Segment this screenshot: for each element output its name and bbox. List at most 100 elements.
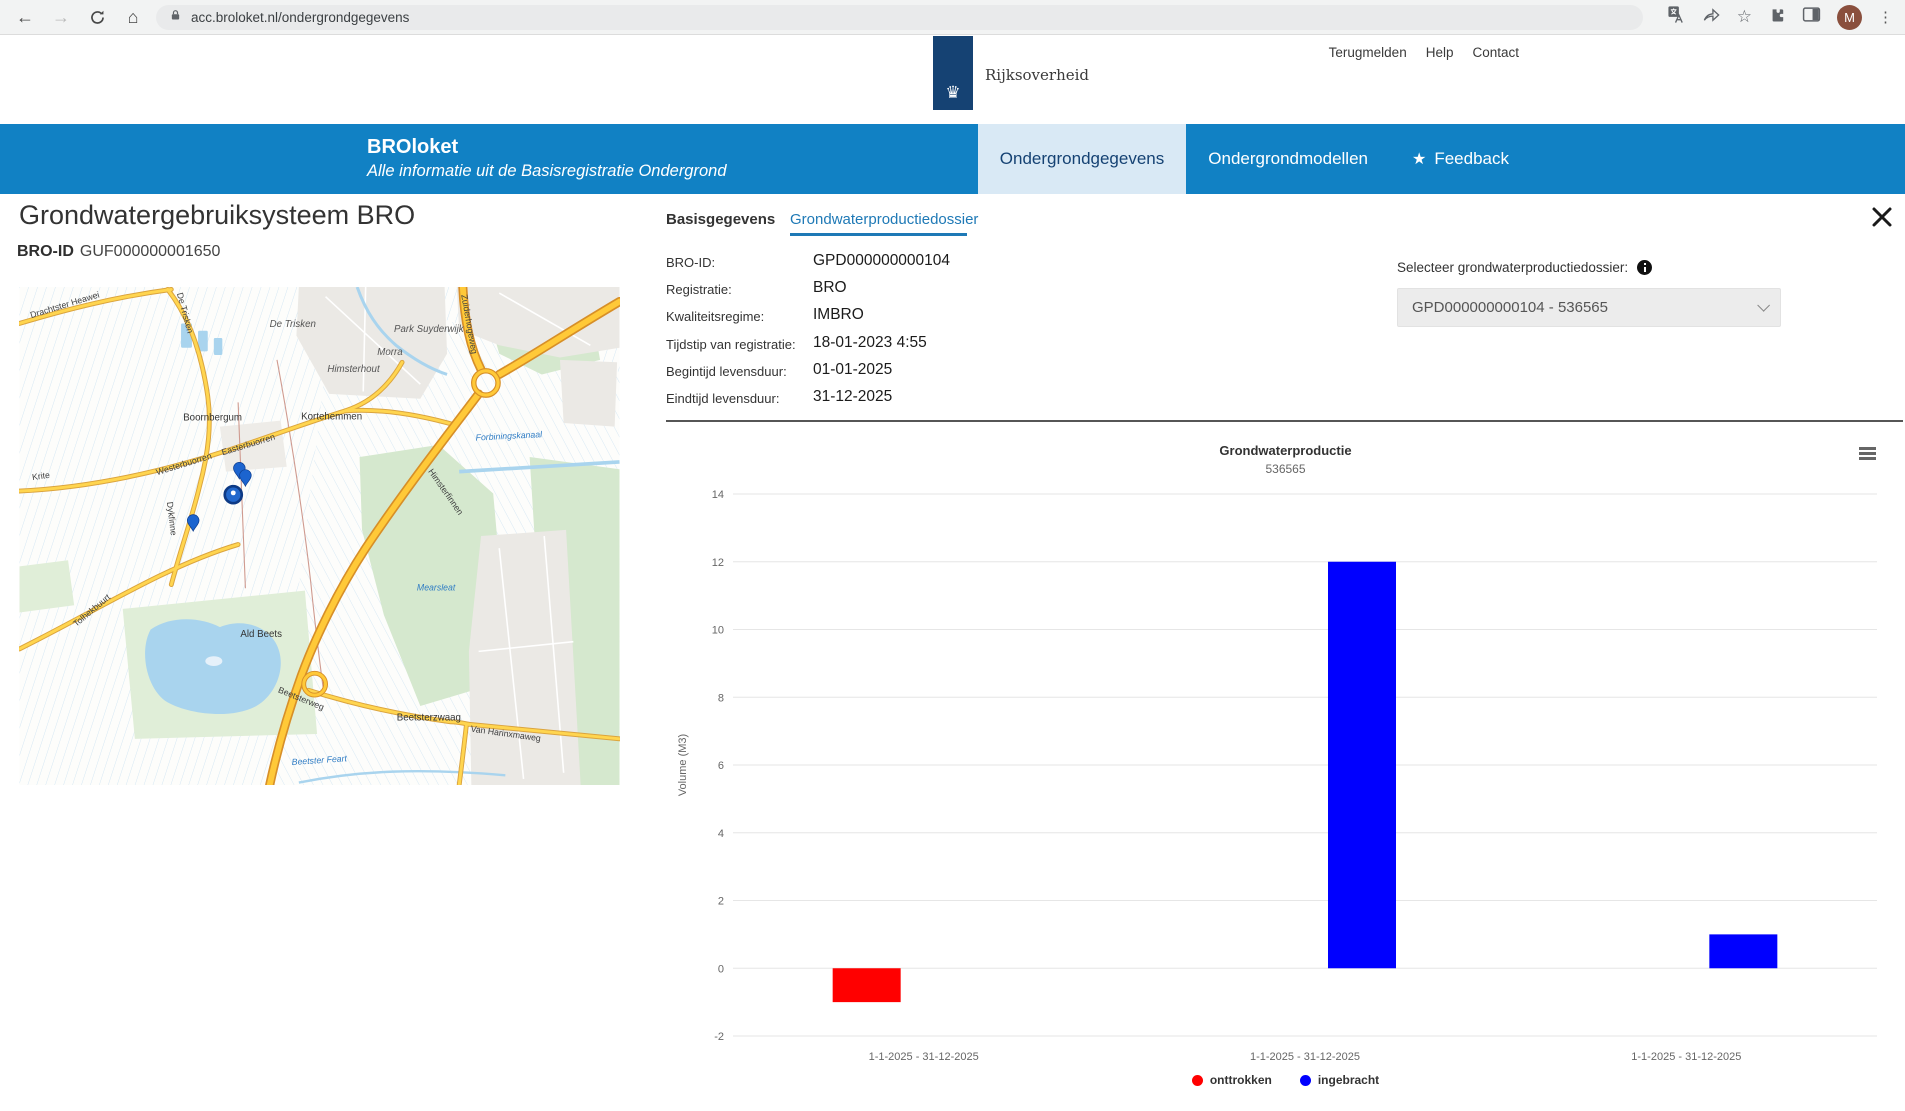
bro-id-label: BRO-ID bbox=[17, 243, 74, 260]
field-label: BRO-ID: bbox=[666, 252, 813, 279]
map-label-place: Kortehemmen bbox=[301, 411, 362, 422]
panel-divider bbox=[666, 420, 1903, 422]
field-value: GPD000000000104 bbox=[813, 252, 950, 279]
header-links: Terugmelden Help Contact bbox=[1329, 45, 1519, 60]
rijksoverheid-logo-text: Rijksoverheid bbox=[985, 66, 1089, 84]
map-label-water: Mearsleat bbox=[417, 583, 456, 593]
map-label-place: Ald Beets bbox=[240, 629, 282, 640]
dossier-select[interactable]: GPD000000000104 - 536565 bbox=[1397, 288, 1781, 327]
tab-grondwaterproductiedossier[interactable]: Grondwaterproductiedossier bbox=[790, 211, 978, 228]
rijksoverheid-emblem-icon: ♛ bbox=[945, 84, 960, 101]
nav-tabs: Ondergrondgegevens Ondergrondmodellen ★ … bbox=[978, 124, 1531, 194]
legend-item-onttrokken[interactable]: onttrokken bbox=[1192, 1073, 1272, 1087]
map-label-place: De Trisken bbox=[270, 319, 316, 330]
link-help[interactable]: Help bbox=[1426, 45, 1454, 60]
legend-marker-onttrokken bbox=[1192, 1075, 1203, 1086]
translate-icon[interactable] bbox=[1667, 5, 1686, 29]
tab-basisgegevens[interactable]: Basisgegevens bbox=[666, 211, 775, 228]
y-tick-label: 14 bbox=[712, 489, 724, 501]
map-label-place: Park Suyderwijk bbox=[394, 324, 465, 335]
y-tick-label: 4 bbox=[718, 828, 724, 840]
tab-ondergrondmodellen[interactable]: Ondergrondmodellen bbox=[1186, 124, 1390, 194]
field-label: Kwaliteitsregime: bbox=[666, 306, 813, 333]
share-icon[interactable] bbox=[1702, 5, 1721, 29]
map-cluster-dot bbox=[231, 490, 236, 495]
site-header: ♛ Rijksoverheid Terugmelden Help Contact bbox=[0, 36, 1905, 124]
field-row: Eindtijd levensduur: 31-12-2025 bbox=[666, 388, 950, 415]
brand-name: BROloket bbox=[367, 136, 727, 159]
tab-feedback[interactable]: ★ Feedback bbox=[1390, 124, 1531, 194]
brand-tagline: Alle informatie uit de Basisregistratie … bbox=[367, 162, 727, 181]
x-category-label: 1-1-2025 - 31-12-2025 bbox=[869, 1051, 979, 1063]
legend-label: onttrokken bbox=[1210, 1073, 1272, 1087]
extensions-icon[interactable] bbox=[1768, 6, 1786, 29]
main-navbar: BROloket Alle informatie uit de Basisreg… bbox=[0, 124, 1905, 194]
rijksoverheid-logo-flag: ♛ bbox=[933, 36, 973, 110]
bar-ingebracht-1[interactable] bbox=[1328, 562, 1396, 969]
y-axis-title: Volume (M3) bbox=[677, 734, 689, 796]
map-label-place: Boornbergum bbox=[183, 413, 242, 424]
info-icon[interactable] bbox=[1637, 260, 1652, 275]
field-label: Begintijd levensduur: bbox=[666, 361, 813, 388]
tab-label: Ondergrondgegevens bbox=[1000, 149, 1164, 169]
field-row: Registratie: BRO bbox=[666, 279, 950, 306]
bro-id-line: BRO-IDGUF000000001650 bbox=[17, 243, 220, 261]
link-contact[interactable]: Contact bbox=[1472, 45, 1519, 60]
profile-avatar[interactable]: M bbox=[1837, 5, 1862, 30]
close-icon bbox=[1868, 203, 1896, 231]
x-category-label: 1-1-2025 - 31-12-2025 bbox=[1250, 1051, 1360, 1063]
back-icon[interactable]: ← bbox=[12, 4, 38, 30]
bar-onttrokken-0[interactable] bbox=[833, 968, 901, 1002]
y-tick-label: 8 bbox=[718, 692, 724, 704]
y-tick-label: 0 bbox=[718, 963, 724, 975]
link-terugmelden[interactable]: Terugmelden bbox=[1329, 45, 1407, 60]
close-panel-button[interactable] bbox=[1868, 203, 1896, 231]
bar-ingebracht-2[interactable] bbox=[1709, 934, 1777, 968]
forward-icon[interactable]: → bbox=[48, 4, 74, 30]
production-chart: Grondwaterproductie 536565 -202468101214… bbox=[666, 425, 1905, 1111]
field-row: BRO-ID: GPD000000000104 bbox=[666, 252, 950, 279]
tab-label: Feedback bbox=[1434, 149, 1509, 169]
star-icon: ★ bbox=[1412, 149, 1426, 169]
y-tick-label: -2 bbox=[714, 1031, 724, 1043]
y-tick-label: 10 bbox=[712, 625, 724, 637]
chart-plot: -2024681012141-1-2025 - 31-12-20251-1-20… bbox=[666, 425, 1905, 1111]
x-category-label: 1-1-2025 - 31-12-2025 bbox=[1631, 1051, 1741, 1063]
toolbar-actions: ☆ M ⋮ bbox=[1667, 5, 1893, 30]
legend-label: ingebracht bbox=[1318, 1073, 1379, 1087]
field-row: Begintijd levensduur: 01-01-2025 bbox=[666, 361, 950, 388]
map-label-place: Himsterhout bbox=[327, 364, 381, 375]
tab-ondergrondgegevens[interactable]: Ondergrondgegevens bbox=[978, 124, 1186, 194]
location-map[interactable]: Drachtster Heawei De Trisken Zuiderhogew… bbox=[19, 287, 620, 785]
side-panel-icon[interactable] bbox=[1802, 5, 1821, 29]
bookmark-star-icon[interactable]: ☆ bbox=[1737, 7, 1752, 27]
reload-icon[interactable] bbox=[84, 4, 110, 30]
menu-kebab-icon[interactable]: ⋮ bbox=[1878, 8, 1893, 26]
field-label: Eindtijd levensduur: bbox=[666, 388, 813, 415]
map-label-place: Beetsterzwaag bbox=[397, 713, 461, 724]
url-text: acc.broloket.nl/ondergrondgegevens bbox=[191, 10, 409, 25]
field-row: Kwaliteitsregime: IMBRO bbox=[666, 306, 950, 333]
field-value: 01-01-2025 bbox=[813, 361, 892, 388]
tab-label: Ondergrondmodellen bbox=[1208, 149, 1368, 169]
map-label-place: Morra bbox=[377, 347, 403, 358]
brand-block: BROloket Alle informatie uit de Basisreg… bbox=[367, 136, 727, 181]
field-value: 18-01-2023 4:55 bbox=[813, 334, 927, 361]
dossier-select-label-row: Selecteer grondwaterproductiedossier: bbox=[1397, 260, 1652, 275]
dossier-select-label: Selecteer grondwaterproductiedossier: bbox=[1397, 260, 1628, 275]
browser-toolbar: ← → ⌂ acc.broloket.nl/ondergrondgegevens… bbox=[0, 0, 1905, 35]
dossier-fields: BRO-ID: GPD000000000104 Registratie: BRO… bbox=[666, 252, 950, 415]
field-label: Tijdstip van registratie: bbox=[666, 334, 813, 361]
field-value: IMBRO bbox=[813, 306, 864, 333]
y-tick-label: 6 bbox=[718, 760, 724, 772]
chart-legend: onttrokken ingebracht bbox=[666, 1073, 1905, 1087]
home-icon[interactable]: ⌂ bbox=[120, 4, 146, 30]
field-row: Tijdstip van registratie: 18-01-2023 4:5… bbox=[666, 334, 950, 361]
active-tab-underline bbox=[790, 233, 967, 236]
lock-icon bbox=[169, 8, 182, 27]
field-value: 31-12-2025 bbox=[813, 388, 892, 415]
legend-item-ingebracht[interactable]: ingebracht bbox=[1300, 1073, 1379, 1087]
page-title: Grondwatergebruiksysteem BRO bbox=[19, 200, 415, 231]
address-bar[interactable]: acc.broloket.nl/ondergrondgegevens bbox=[156, 5, 1643, 30]
legend-marker-ingebracht bbox=[1300, 1075, 1311, 1086]
